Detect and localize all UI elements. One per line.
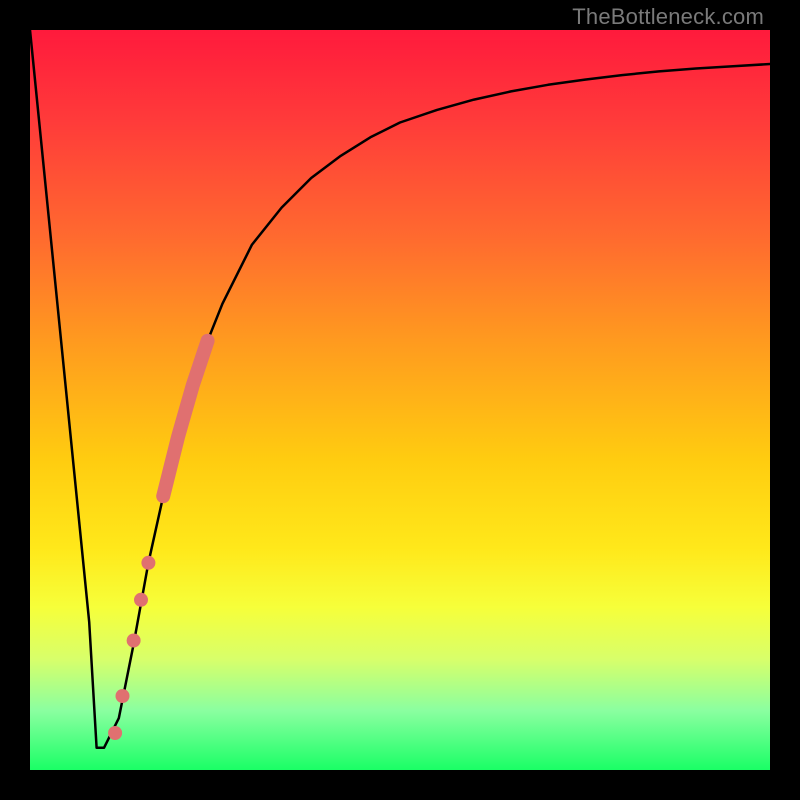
curve-dot [141, 556, 155, 570]
curve-highlight-segment [163, 341, 207, 496]
bottleneck-curve [30, 30, 770, 748]
curve-svg [30, 30, 770, 770]
curve-dot [134, 593, 148, 607]
plot-area [30, 30, 770, 770]
curve-dot [108, 726, 122, 740]
watermark-text: TheBottleneck.com [572, 4, 764, 30]
chart-frame: TheBottleneck.com [0, 0, 800, 800]
curve-dot [127, 634, 141, 648]
curve-dot [116, 689, 130, 703]
